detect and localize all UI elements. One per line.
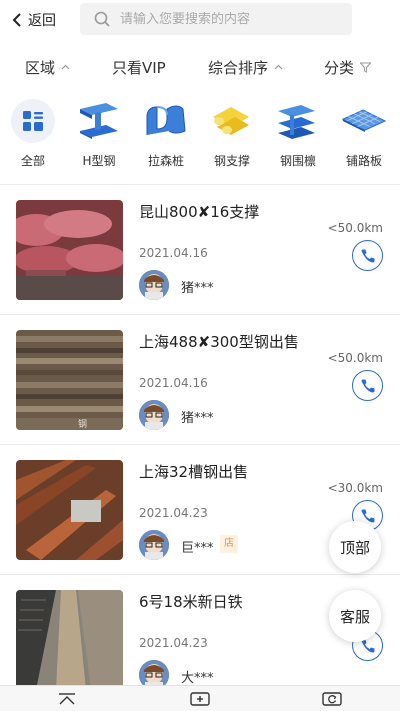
chevron-left-icon (12, 13, 21, 27)
filter-region[interactable]: 区域 (25, 50, 70, 84)
category-row: 全部 H型钢 拉森桩 钢支撑 钢围檩 铺路板 (0, 98, 400, 174)
shop-badge: 店 (220, 535, 238, 553)
bottom-toolbar (0, 685, 400, 711)
h-beam-icon (76, 98, 122, 144)
category-road-plate[interactable]: 铺路板 (334, 98, 394, 174)
chevron-up-icon (274, 64, 283, 70)
listing-date: 2021.04.16 (139, 376, 208, 390)
filter-sort[interactable]: 综合排序 (208, 50, 283, 84)
phone-button[interactable] (352, 370, 383, 401)
category-all[interactable]: 全部 (3, 98, 63, 174)
listing-user: 猪*** (181, 411, 214, 426)
listing-distance: <50.0km (327, 221, 383, 235)
customer-service-button[interactable]: 客服 (329, 590, 381, 642)
steel-purlin-icon (275, 98, 321, 144)
listing-photo (16, 590, 123, 685)
refresh-icon[interactable] (321, 691, 343, 707)
category-label: 全部 (20, 154, 45, 168)
filter-sort-label: 综合排序 (208, 58, 269, 77)
listing-date: 2021.04.16 (139, 246, 208, 260)
search-box[interactable] (80, 3, 352, 35)
listing-item[interactable]: 昆山800✘16支撑 <50.0km 2021.04.16 猪*** (0, 185, 400, 313)
listing-item[interactable]: 钢 上海488✘300型钢出售 <50.0km 2021.04.16 猪*** (0, 315, 400, 443)
filter-vip-label: 只看VIP (112, 58, 166, 77)
phone-button[interactable] (352, 240, 383, 271)
category-label: H型钢 (82, 154, 116, 168)
listing-title: 上海488✘300型钢出售 (139, 333, 299, 351)
category-steel-purlin[interactable]: 钢围檩 (268, 98, 328, 174)
top-bar: 返回 (0, 0, 400, 40)
back-to-top-button[interactable]: 顶部 (329, 521, 381, 573)
listing-date: 2021.04.23 (139, 506, 208, 520)
listing-date: 2021.04.23 (139, 636, 208, 650)
back-label: 返回 (28, 13, 56, 29)
grid-icon (11, 99, 55, 143)
search-icon (94, 11, 110, 27)
steel-pipe-icon (209, 98, 255, 144)
phone-icon (361, 249, 374, 262)
category-label: 钢围檩 (279, 154, 316, 168)
phone-icon (361, 379, 374, 392)
filter-region-label: 区域 (25, 58, 56, 77)
search-input[interactable] (120, 11, 340, 27)
listing-title: 昆山800✘16支撑 (139, 203, 260, 221)
category-h-beam[interactable]: H型钢 (69, 98, 129, 174)
road-plate-icon (341, 98, 387, 144)
avatar (139, 400, 169, 430)
avatar (139, 270, 169, 300)
filter-vip[interactable]: 只看VIP (112, 50, 166, 84)
category-sheet-pile[interactable]: 拉森桩 (136, 98, 196, 174)
listing-user: 大*** (181, 671, 214, 685)
listing-photo: 钢 (16, 330, 123, 430)
filter-category[interactable]: 分类 (324, 50, 372, 84)
category-label: 铺路板 (345, 154, 382, 168)
scroll-top-icon[interactable] (56, 691, 78, 707)
listing-photo (16, 460, 123, 560)
listing-user: 巨*** (181, 541, 214, 556)
category-steel-pipe[interactable]: 钢支撑 (202, 98, 262, 174)
funnel-icon (360, 62, 372, 73)
listing-title: 上海32槽钢出售 (139, 463, 249, 481)
listing-distance: <30.0km (327, 481, 383, 495)
listing-distance: <50.0km (327, 351, 383, 365)
back-button[interactable]: 返回 (12, 5, 56, 35)
listing-title: 6号18米新日铁 (139, 593, 243, 611)
add-icon[interactable] (189, 691, 211, 707)
sheet-pile-icon (143, 98, 189, 144)
listing-user: 猪*** (181, 281, 214, 296)
customer-service-label: 客服 (339, 607, 370, 626)
back-to-top-label: 顶部 (339, 538, 370, 557)
category-label: 拉森桩 (147, 154, 184, 168)
avatar (139, 530, 169, 560)
avatar (139, 660, 169, 685)
listing-photo (16, 200, 123, 300)
category-label: 钢支撑 (213, 154, 250, 168)
svg-text:钢: 钢 (78, 418, 87, 430)
filter-bar: 区域 只看VIP 综合排序 分类 (0, 50, 400, 84)
chevron-up-icon (61, 64, 70, 70)
filter-category-label: 分类 (324, 58, 355, 77)
